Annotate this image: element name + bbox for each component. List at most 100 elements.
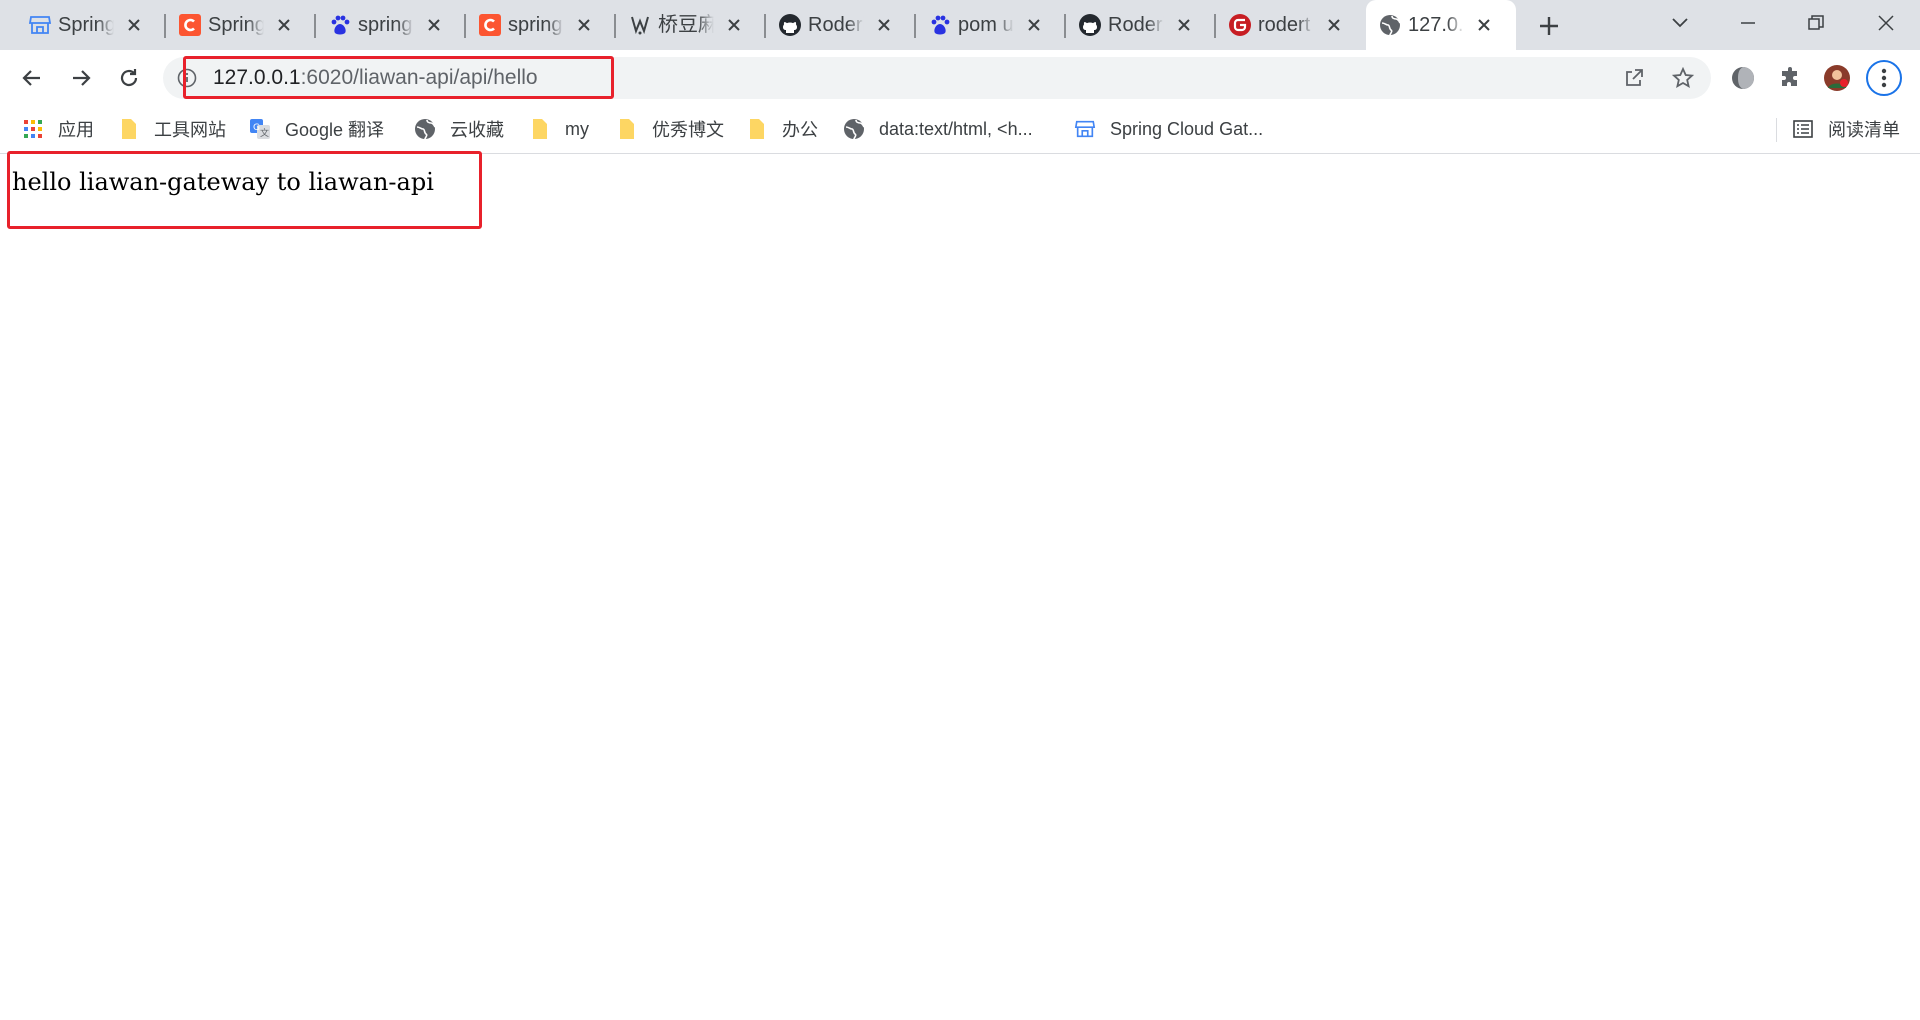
tab-2[interactable]: spring cloud: [316, 0, 462, 50]
google-translate-icon: G文: [249, 118, 271, 140]
tab-3[interactable]: spring cloud: [466, 0, 612, 50]
bookmark-label: 应用: [58, 120, 94, 140]
close-icon[interactable]: [122, 13, 146, 37]
spring-store-icon: [28, 13, 52, 37]
bookmark-data-url[interactable]: data:text/html, <h...: [843, 115, 1033, 143]
more-vert-icon: [1881, 68, 1887, 88]
bookmark-label: Google 翻译: [285, 120, 385, 140]
close-icon: [1878, 15, 1894, 31]
address-bar[interactable]: 127.0.0.1:6020/liawan-api/api/hello: [163, 57, 1711, 99]
restore-button[interactable]: [1798, 8, 1834, 38]
reload-icon: [120, 69, 138, 87]
share-icon[interactable]: [1622, 66, 1646, 90]
github-icon: [778, 13, 802, 37]
reading-list-button[interactable]: 阅读清单: [1792, 115, 1900, 143]
tab-title: spring cloud: [508, 14, 564, 36]
bookmark-label: 云收藏: [450, 120, 504, 140]
minimize-button[interactable]: [1730, 8, 1766, 38]
folder-icon: [746, 118, 768, 140]
close-icon[interactable]: [272, 13, 296, 37]
close-icon[interactable]: [572, 13, 596, 37]
tab-9-active[interactable]: 127.0.0.1: [1366, 0, 1516, 50]
gitee-icon: [1228, 13, 1252, 37]
menu-button[interactable]: [1866, 60, 1902, 96]
bookmark-folder[interactable]: 工具网站: [118, 115, 226, 143]
tab-4[interactable]: 桥豆麻袋: [616, 0, 762, 50]
tab-title: Roderick: [808, 14, 864, 36]
tab-search-button[interactable]: [1662, 8, 1698, 38]
tab-6[interactable]: pom url: [916, 0, 1062, 50]
globe-icon: [843, 118, 865, 140]
tab-title: rodert: [1258, 14, 1311, 36]
tab-title: Roderick: [1108, 14, 1164, 36]
info-icon[interactable]: [177, 68, 197, 88]
bookmark-label: data:text/html, <h...: [879, 118, 1033, 139]
tab-8[interactable]: rodert: [1216, 0, 1362, 50]
minimize-icon: [1741, 22, 1755, 24]
restore-icon: [1808, 15, 1824, 30]
globe-icon: [1378, 13, 1402, 37]
bookmark-label: 办公: [782, 120, 818, 140]
new-tab-button[interactable]: [1534, 11, 1564, 41]
forward-button[interactable]: [63, 60, 99, 96]
chevron-down-icon: [1672, 18, 1688, 28]
bookmark-label: my: [565, 118, 589, 139]
svg-text:G: G: [253, 123, 260, 133]
bookmark-cloud-favorites[interactable]: 云收藏: [414, 115, 504, 143]
close-icon[interactable]: [422, 13, 446, 37]
bookmark-folder[interactable]: 优秀博文: [616, 115, 724, 143]
response-text: hello liawan-gateway to liawan-api: [12, 168, 434, 196]
tab-5[interactable]: Roderick: [766, 0, 912, 50]
globe-icon: [414, 118, 436, 140]
tab-1[interactable]: Spring Cloud: [166, 0, 312, 50]
extensions-puzzle-icon[interactable]: [1777, 64, 1805, 92]
arrow-left-icon: [22, 70, 40, 86]
close-icon[interactable]: [1322, 13, 1346, 37]
folder-icon: [118, 118, 140, 140]
tab-title: pom url: [958, 14, 1014, 36]
close-icon[interactable]: [872, 13, 896, 37]
tab-7[interactable]: Roderick: [1066, 0, 1212, 50]
tab-0[interactable]: Spring Cloud Gateway: [16, 0, 162, 50]
back-button[interactable]: [14, 60, 50, 96]
tab-title: Spring Cloud Gateway: [58, 14, 114, 36]
reading-list-label: 阅读清单: [1828, 120, 1900, 140]
bookmark-spring-cloud-gateway[interactable]: Spring Cloud Gat...: [1074, 115, 1263, 143]
close-window-button[interactable]: [1868, 8, 1904, 38]
spring-store-icon: [1074, 118, 1096, 140]
close-icon[interactable]: [1172, 13, 1196, 37]
url-text[interactable]: 127.0.0.1:6020/liawan-api/api/hello: [213, 66, 538, 90]
csdn-icon: [178, 13, 202, 37]
folder-icon: [616, 118, 638, 140]
bookmark-label: Spring Cloud Gat...: [1110, 118, 1264, 139]
csdn-icon: [478, 13, 502, 37]
bookmark-google-translate[interactable]: G文 Google 翻译: [249, 115, 384, 143]
reading-list-icon: [1792, 118, 1814, 140]
bookmark-star-icon[interactable]: [1671, 66, 1695, 90]
github-icon: [1078, 13, 1102, 37]
reload-button[interactable]: [111, 60, 147, 96]
yuque-icon: [628, 13, 652, 37]
bookmark-folder[interactable]: my: [529, 115, 589, 143]
bookmark-folder[interactable]: 办公: [746, 115, 818, 143]
baidu-paw-icon: [928, 13, 952, 37]
extension-dark-reader-icon[interactable]: [1729, 64, 1757, 92]
bookmarks-bar: 应用 工具网站 G文 Google 翻译 云收藏 my 优秀博文 办公 data…: [0, 106, 1920, 154]
url-path: :6020/liawan-api/api/hello: [300, 66, 538, 89]
tab-title: spring cloud: [358, 14, 414, 36]
bookmark-apps[interactable]: 应用: [22, 115, 94, 143]
tab-title: 127.0.0.1: [1408, 14, 1464, 36]
arrow-right-icon: [73, 70, 91, 86]
bookmarks-divider: [1776, 118, 1777, 142]
baidu-paw-icon: [328, 13, 352, 37]
close-icon[interactable]: [1022, 13, 1046, 37]
page-content: hello liawan-gateway to liawan-api: [0, 155, 1920, 1020]
close-icon[interactable]: [1472, 13, 1496, 37]
toolbar: 127.0.0.1:6020/liawan-api/api/hello: [0, 50, 1920, 106]
close-icon[interactable]: [722, 13, 746, 37]
profile-avatar-icon[interactable]: [1823, 64, 1851, 92]
folder-icon: [529, 118, 551, 140]
svg-text:文: 文: [260, 127, 269, 139]
plus-icon: [1540, 17, 1558, 35]
apps-grid-icon: [22, 118, 44, 140]
